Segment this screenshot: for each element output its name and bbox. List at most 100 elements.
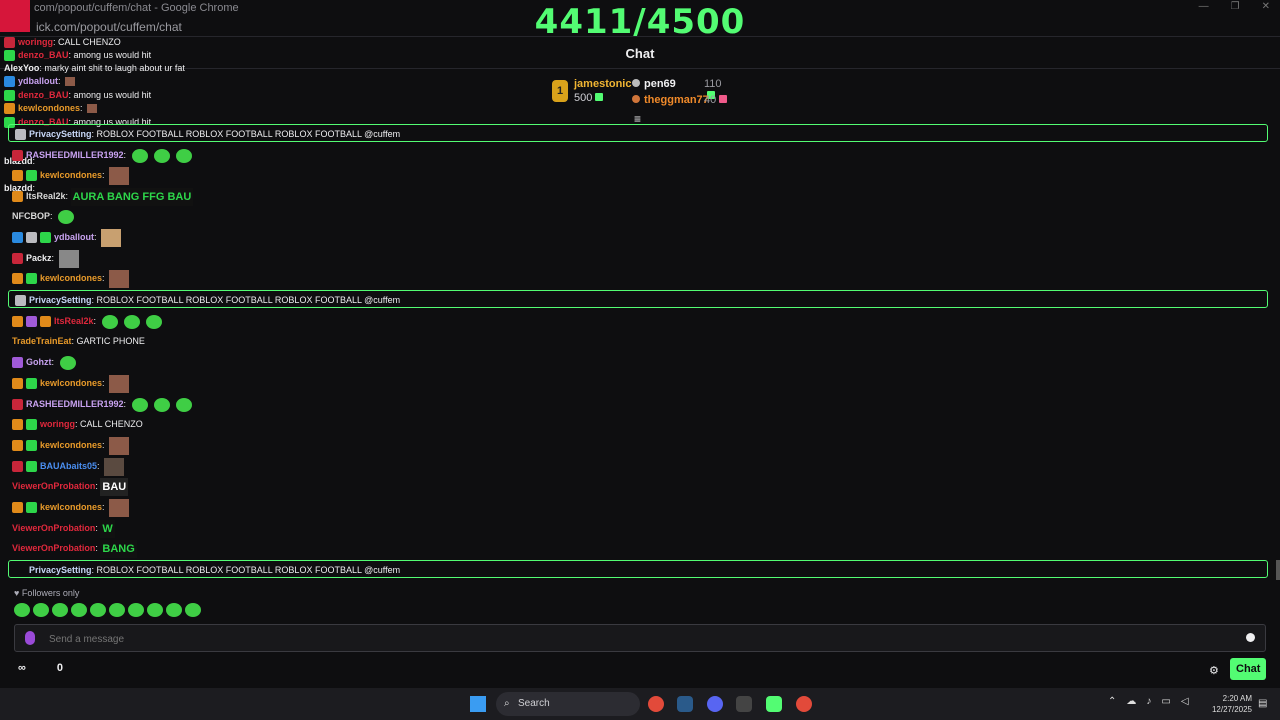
emote-icon [175,397,192,412]
photo-emote [109,436,130,455]
divider [0,36,1280,37]
emote-icon[interactable] [71,603,87,617]
emote-icon[interactable] [128,603,144,617]
chat-message: kewlcondones: [12,166,130,185]
mic-icon[interactable]: ♪ [1146,696,1151,707]
gift-count[interactable]: 0 [57,662,63,674]
quick-emote-bar [14,603,201,617]
highlighted-message[interactable]: PrivacySetting: ROBLOX FOOTBALL ROBLOX F… [8,290,1268,308]
emote-icon[interactable] [52,603,68,617]
highlighted-message[interactable]: PrivacySetting: ROBLOX FOOTBALL ROBLOX F… [8,560,1268,578]
chat-message: Packz: [12,249,79,268]
emote-icon[interactable] [90,603,106,617]
app-icon[interactable] [736,696,752,712]
chat-send-button[interactable]: Chat [1230,658,1266,680]
notification-bell-icon[interactable]: ▤ [1258,698,1267,709]
username[interactable]: TradeTrainEat [12,336,72,346]
rank-medal-icon: 1 [552,80,568,102]
photo-emote [109,166,130,185]
badge-icon [15,129,26,141]
username[interactable]: ItsReal2k [54,316,94,326]
emote-icon [175,148,192,163]
kick-icon[interactable] [766,696,782,712]
emote-icon[interactable] [147,603,163,617]
chevron-up-icon[interactable]: ⌃ [1108,696,1116,707]
username[interactable]: kewlcondones [40,440,102,450]
username[interactable]: ViewerOnProbation [12,543,95,553]
emoji-icon[interactable] [1246,633,1255,642]
username[interactable]: kewlcondones [40,502,102,512]
text-emote: BAU [100,477,129,496]
divider [0,68,1280,69]
start-button-icon[interactable] [470,696,486,712]
emote-icon [58,209,75,224]
mic-icon[interactable] [25,631,35,645]
photo-emote [109,269,130,288]
username[interactable]: Packz [26,253,52,263]
rank-2-icon [632,79,640,87]
badge-icon [26,440,37,452]
chrome-icon[interactable] [648,696,664,712]
photo-emote [65,77,76,87]
photo-emote [58,249,79,268]
photo-emote [87,104,98,114]
username[interactable]: kewlcondones [40,273,102,283]
chat-message: Gohzt: [12,353,79,371]
username[interactable]: kewlcondones [40,378,102,388]
username[interactable]: ItsReal2k [26,191,66,201]
username[interactable]: RASHEEDMILLER1992 [26,150,124,160]
username[interactable]: ViewerOnProbation [12,481,95,491]
emote-icon [123,314,140,329]
username[interactable]: PrivacySetting [29,295,92,305]
chat-message: ydballout: [12,228,122,247]
badge-icon [26,232,37,244]
volume-icon[interactable]: ◁ [1181,696,1189,707]
username[interactable]: BAUAbaits05 [40,461,97,471]
viewers-icon[interactable]: ∞ [18,662,26,674]
emote-icon [153,397,170,412]
network-icon[interactable]: ▭ [1161,696,1170,707]
emote-icon [101,314,118,329]
chat-message: woringg: CALL CHENZO [12,415,143,433]
username[interactable]: RASHEEDMILLER1992 [26,399,124,409]
chat-message: ItsReal2k: [12,312,165,330]
emote-icon[interactable] [14,603,30,617]
leader-1-amount: 500 [574,92,604,104]
badge-icon [4,50,15,62]
discord-icon[interactable] [707,696,723,712]
taskbar-clock[interactable]: 2:20 AM 12/27/2025 [1204,693,1252,715]
message-input-box[interactable] [14,624,1266,652]
emote-icon[interactable] [166,603,182,617]
steam-icon[interactable] [677,696,693,712]
badge-icon [4,37,15,49]
overlay-chat-line: ydballout: [4,76,76,88]
badge-icon [26,273,37,285]
scrollbar[interactable] [1276,560,1280,580]
badge-icon [40,232,51,244]
username[interactable]: woringg [40,419,75,429]
emote-icon[interactable] [109,603,125,617]
emote-icon [145,314,162,329]
chat-message: TradeTrainEat: GARTIC PHONE [12,336,145,346]
emote-icon[interactable] [33,603,49,617]
username[interactable]: kewlcondones [40,170,102,180]
leader-3-amount: 40 [704,94,728,106]
username[interactable]: Gohzt [26,357,52,367]
chat-message: RASHEEDMILLER1992: [12,395,195,413]
username[interactable]: ydballout [54,232,94,242]
cloud-icon[interactable]: ☁ [1126,696,1136,707]
username[interactable]: ViewerOnProbation [12,523,95,533]
badge-icon [15,295,26,307]
badge-icon [12,191,23,203]
gift-icon [595,93,604,101]
gear-icon[interactable]: ⚙ [1209,664,1219,677]
username[interactable]: NFCBOP [12,211,50,221]
pinned-message[interactable]: PrivacySetting: ROBLOX FOOTBALL ROBLOX F… [8,124,1268,142]
chrome-icon[interactable] [796,696,812,712]
leader-3-name[interactable]: theggman77 [644,94,709,106]
taskbar-search[interactable]: ⌕ Search [496,692,640,716]
leader-1-name[interactable]: jamestonic [574,78,631,90]
leader-2-name[interactable]: pen69 [644,78,676,90]
emote-icon[interactable] [185,603,201,617]
message-input[interactable] [47,630,1231,648]
